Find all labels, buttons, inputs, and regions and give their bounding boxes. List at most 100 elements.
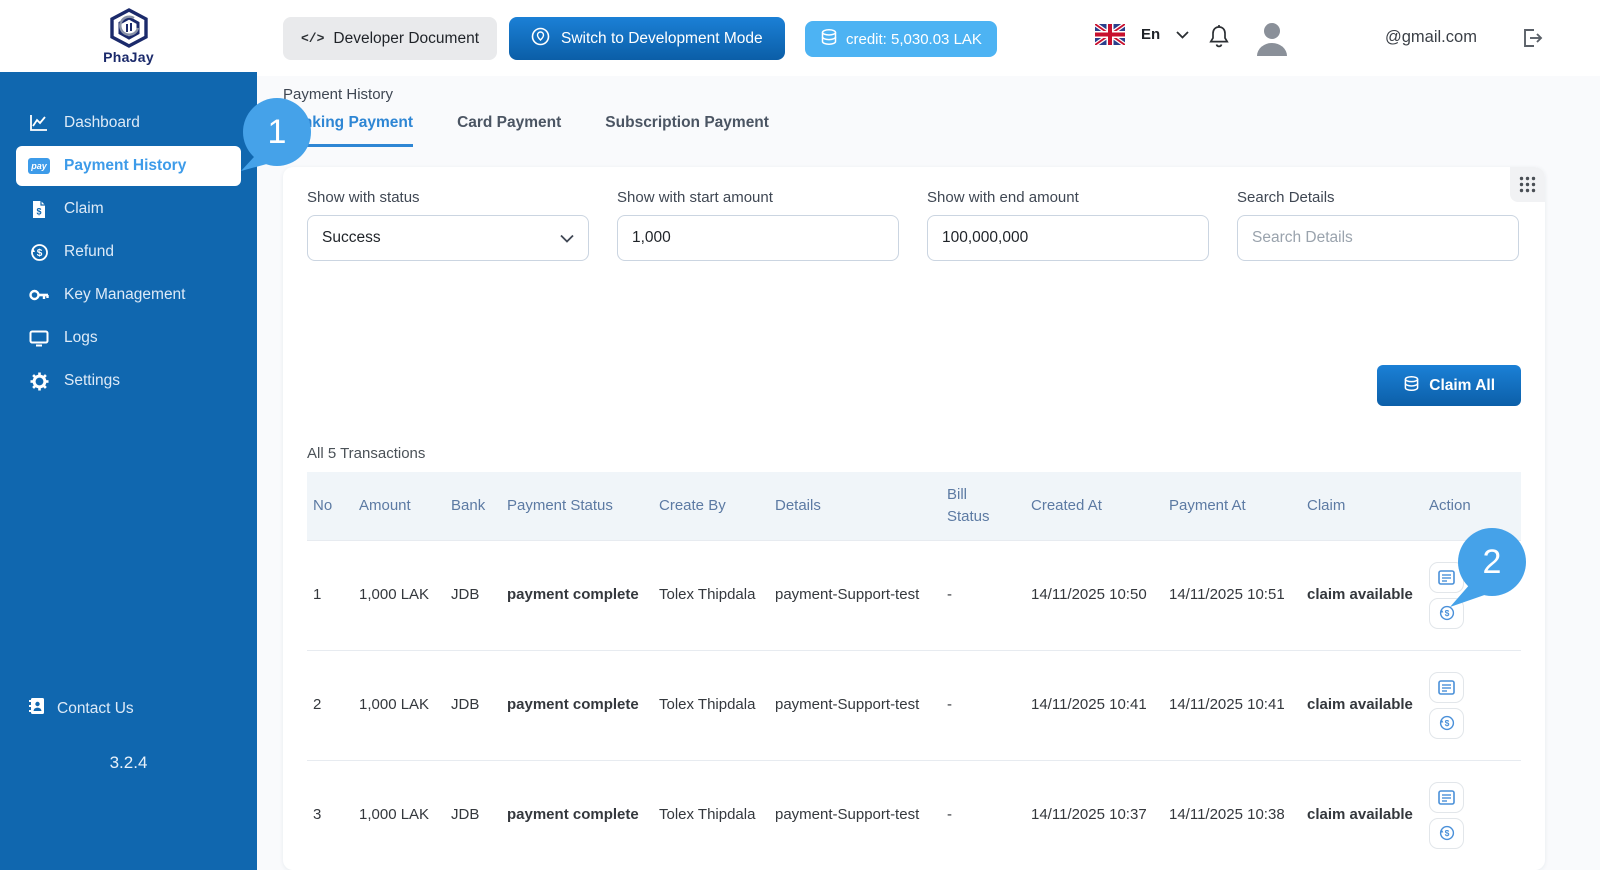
col-bank: Bank: [443, 472, 499, 540]
transactions-body: 11,000 LAKJDBpayment completeTolex Thipd…: [307, 540, 1521, 870]
invoice-dollar-icon: $: [28, 199, 50, 219]
col-created-at: Created At: [1023, 472, 1161, 540]
cell-claim: claim available: [1299, 760, 1421, 870]
sidebar-item-refund[interactable]: $ Refund: [16, 232, 241, 272]
view-details-button[interactable]: [1429, 562, 1464, 593]
refund-button[interactable]: $: [1429, 598, 1464, 629]
cell-created-at: 14/11/2025 10:41: [1023, 650, 1161, 760]
coins-icon: [820, 29, 838, 49]
sidebar-item-contact-us[interactable]: Contact Us: [16, 697, 146, 720]
sidebar-item-label: Dashboard: [64, 114, 140, 132]
sidebar-item-payment-history[interactable]: pay Payment History: [16, 146, 241, 186]
transactions-summary: All 5 Transactions: [307, 445, 425, 462]
tab-card-payment[interactable]: Card Payment: [457, 114, 561, 147]
cell-bill-status: -: [939, 760, 1023, 870]
search-details-input[interactable]: [1237, 215, 1519, 261]
sidebar-item-claim[interactable]: $ Claim: [16, 189, 241, 229]
sidebar-item-dashboard[interactable]: Dashboard: [16, 103, 241, 143]
mode-pin-icon: [531, 27, 550, 51]
status-select-value: Success: [322, 229, 381, 247]
cell-create-by: Tolex Thipdala: [651, 760, 767, 870]
switch-mode-label: Switch to Development Mode: [561, 30, 763, 48]
chevron-down-icon: [560, 234, 574, 243]
sidebar-item-label: Key Management: [64, 286, 186, 304]
table-header-row: No Amount Bank Payment Status Create By …: [307, 472, 1521, 540]
cell-no: 3: [307, 760, 351, 870]
view-details-button[interactable]: [1429, 782, 1464, 813]
sidebar-item-settings[interactable]: Settings: [16, 361, 241, 401]
sidebar-nav: Dashboard pay Payment History $ Claim $ …: [0, 72, 257, 404]
language-label: En: [1141, 26, 1160, 43]
svg-text:$: $: [1444, 608, 1449, 618]
user-email: @gmail.com: [1385, 28, 1477, 47]
col-bill-status: Bill Status: [939, 472, 1023, 540]
chart-line-icon: [28, 113, 50, 133]
gear-icon: [28, 371, 50, 391]
table-row: 31,000 LAKJDBpayment completeTolex Thipd…: [307, 760, 1521, 870]
refund-button[interactable]: $: [1429, 708, 1464, 739]
status-filter-label: Show with status: [307, 189, 589, 206]
breadcrumb: Payment History: [283, 86, 393, 103]
view-details-button[interactable]: [1429, 672, 1464, 703]
end-amount-input[interactable]: [927, 215, 1209, 261]
cell-bank: JDB: [443, 650, 499, 760]
code-icon: </>: [301, 31, 324, 46]
chevron-down-icon: [1176, 31, 1189, 39]
developer-document-label: Developer Document: [333, 30, 479, 48]
col-details: Details: [767, 472, 939, 540]
transactions-table: No Amount Bank Payment Status Create By …: [307, 472, 1521, 870]
logo: PhaJay: [0, 0, 257, 72]
cell-details: payment-Support-test: [767, 540, 939, 650]
contact-book-icon: [28, 697, 45, 720]
cell-no: 1: [307, 540, 351, 650]
main-content: Payment History Banking Payment Card Pay…: [257, 76, 1600, 870]
svg-text:$: $: [1444, 828, 1449, 838]
language-selector[interactable]: En: [1095, 24, 1189, 45]
status-select[interactable]: Success: [307, 215, 589, 261]
cell-amount: 1,000 LAK: [351, 650, 443, 760]
filter-search-details: Search Details: [1237, 189, 1519, 261]
credit-chip[interactable]: credit: 5,030.03 LAK: [805, 21, 997, 57]
payment-tabs: Banking Payment Card Payment Subscriptio…: [283, 114, 769, 147]
col-create-by: Create By: [651, 472, 767, 540]
pay-icon: pay: [28, 156, 50, 176]
topbar: </> Developer Document Switch to Develop…: [257, 0, 1600, 76]
end-amount-label: Show with end amount: [927, 189, 1209, 206]
tab-banking-payment[interactable]: Banking Payment: [283, 114, 413, 147]
cell-bill-status: -: [939, 650, 1023, 760]
cell-payment-status: payment complete: [499, 760, 651, 870]
developer-document-button[interactable]: </> Developer Document: [283, 17, 497, 60]
search-details-label: Search Details: [1237, 189, 1519, 206]
cell-create-by: Tolex Thipdala: [651, 540, 767, 650]
cell-no: 2: [307, 650, 351, 760]
logout-icon[interactable]: [1520, 26, 1544, 53]
sidebar-item-key-management[interactable]: Key Management: [16, 275, 241, 315]
filters-row: Show with status Success Show with start…: [307, 189, 1519, 261]
credit-label: credit: 5,030.03 LAK: [846, 31, 982, 48]
col-claim: Claim: [1299, 472, 1421, 540]
notifications-bell-icon[interactable]: [1207, 24, 1231, 54]
sidebar-item-label: Payment History: [64, 157, 186, 175]
cell-payment-status: payment complete: [499, 650, 651, 760]
switch-to-development-mode-button[interactable]: Switch to Development Mode: [509, 17, 785, 60]
refund-button[interactable]: $: [1429, 818, 1464, 849]
cell-bill-status: -: [939, 540, 1023, 650]
coins-icon: [1403, 376, 1420, 396]
sidebar-item-logs[interactable]: Logs: [16, 318, 241, 358]
key-icon: [28, 285, 50, 305]
start-amount-input[interactable]: [617, 215, 899, 261]
sidebar-item-label: Settings: [64, 372, 120, 390]
contact-us-label: Contact Us: [57, 700, 134, 718]
sidebar-item-label: Logs: [64, 329, 98, 347]
start-amount-label: Show with start amount: [617, 189, 899, 206]
claim-all-button[interactable]: Claim All: [1377, 365, 1521, 406]
tab-subscription-payment[interactable]: Subscription Payment: [605, 114, 769, 147]
claim-all-label: Claim All: [1429, 377, 1495, 395]
transactions-card: Show with status Success Show with start…: [283, 167, 1545, 870]
avatar[interactable]: [1252, 18, 1292, 58]
filter-end-amount: Show with end amount: [927, 189, 1209, 261]
svg-text:$: $: [36, 206, 41, 216]
cell-action: $: [1421, 540, 1521, 650]
cell-amount: 1,000 LAK: [351, 760, 443, 870]
table-row: 11,000 LAKJDBpayment completeTolex Thipd…: [307, 540, 1521, 650]
